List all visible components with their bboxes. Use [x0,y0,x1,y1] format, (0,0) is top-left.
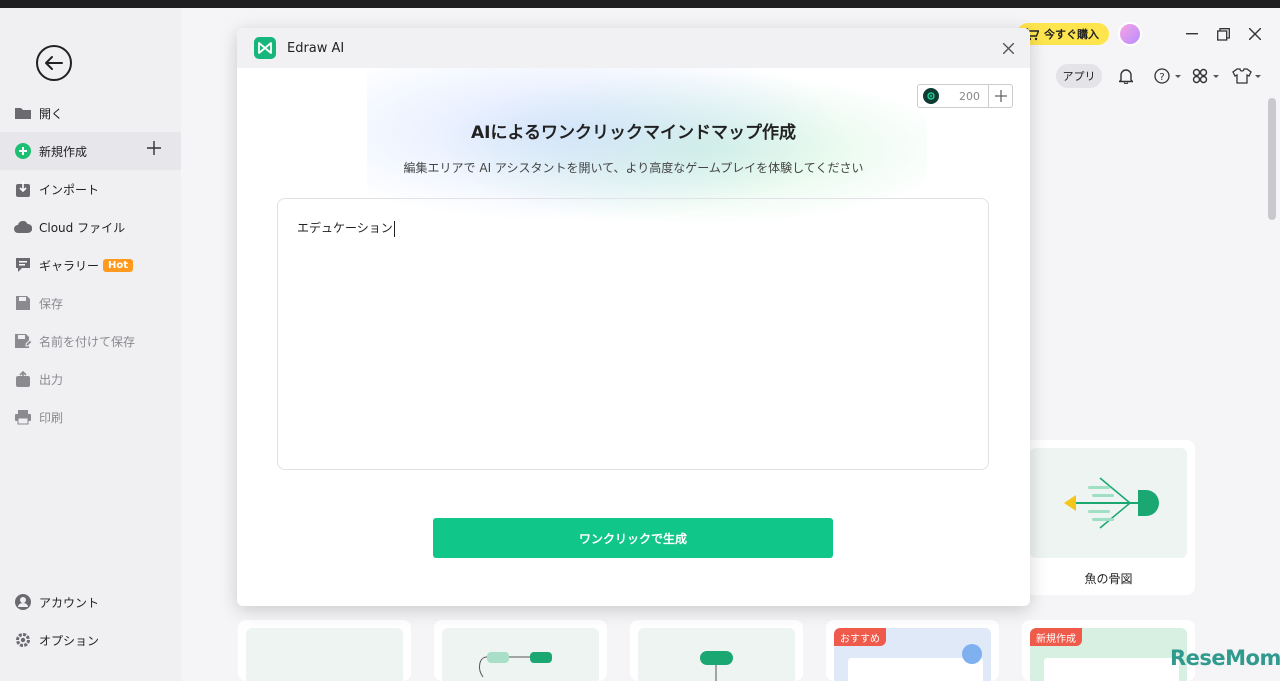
hot-badge: Hot [103,258,134,272]
edraw-ai-dialog: Edraw AI 200 AIによるワンクリックマインドマップ作成 編集エリアで… [237,28,1030,606]
sidebar: 開く 新規作成 インポート Cloud ファイル ギャラリー Hot 保存 名前… [0,8,181,681]
prompt-text: エデュケーション [297,221,393,235]
sidebar-item-print[interactable]: 印刷 [0,398,181,436]
settings-icon [14,631,32,649]
theme-button[interactable] [1230,66,1264,86]
back-button[interactable] [36,45,72,81]
sidebar-item-label: ギャラリー [39,258,100,273]
grid-menu-button[interactable] [1190,66,1222,86]
gallery-icon [14,256,32,274]
template-card[interactable] [630,620,803,681]
template-card-label: 魚の骨図 [1084,572,1133,586]
dialog-header: Edraw AI [237,28,1030,68]
dialog-close-button[interactable] [998,38,1018,58]
save-as-icon [14,332,32,350]
sidebar-item-label: 出力 [39,372,64,387]
window-top-strip [0,0,1280,8]
template-card[interactable] [434,620,607,681]
plus-icon[interactable] [147,141,161,158]
new-tag: 新規作成 [1030,628,1082,646]
close-window-button[interactable] [1245,24,1265,44]
preview-window [1044,658,1179,681]
template-card-fishbone[interactable]: 魚の骨図 [1022,440,1195,595]
sidebar-item-label: 印刷 [39,410,64,425]
restore-icon [1216,27,1230,41]
print-icon [14,408,32,426]
sidebar-menu: 開く 新規作成 インポート Cloud ファイル ギャラリー Hot 保存 名前… [0,94,181,436]
sidebar-item-open[interactable]: 開く [0,94,181,132]
minimize-button[interactable] [1182,24,1202,44]
help-button[interactable]: ? [1152,66,1184,86]
dialog-heading: AIによるワンクリックマインドマップ作成 [471,123,796,143]
text-caret [393,220,395,237]
sidebar-item-gallery[interactable]: ギャラリー Hot [0,246,181,284]
cloud-icon [14,218,32,236]
preview-window [848,658,983,681]
template-thumbnail [246,628,403,681]
shirt-icon [1232,68,1261,84]
template-thumbnail: 新規作成 [1030,628,1187,681]
template-card-recommended[interactable]: おすすめ [826,620,999,681]
template-thumbnail [442,628,599,681]
notification-button[interactable] [1115,66,1137,86]
sidebar-bottom-menu: アカウント オプション [0,583,181,659]
arrow-left-icon [45,56,63,70]
sidebar-item-label: 新規作成 [39,144,88,159]
bell-icon [1119,69,1133,84]
template-thumbnail [638,628,795,681]
prompt-input[interactable]: エデュケーション [277,198,989,470]
sidebar-item-label: アカウント [39,595,100,610]
close-icon [1249,28,1261,40]
ai-token-icon [923,88,939,104]
ai-bubble-icon [962,644,982,664]
sidebar-item-account[interactable]: アカウント [0,583,181,621]
add-circle-icon [14,142,32,160]
sidebar-item-options[interactable]: オプション [0,621,181,659]
restore-button[interactable] [1213,24,1233,44]
scrollbar[interactable] [1268,98,1276,220]
close-icon [1002,42,1014,54]
export-icon [14,370,32,388]
sidebar-item-save-as[interactable]: 名前を付けて保存 [0,322,181,360]
sidebar-item-cloud[interactable]: Cloud ファイル [0,208,181,246]
grid-icon [1192,68,1219,84]
template-card[interactable] [238,620,411,681]
sidebar-item-import[interactable]: インポート [0,170,181,208]
credits-count: 200 [959,89,980,103]
folder-icon [14,104,32,122]
watermark-logo: ReseMom [1170,646,1280,670]
sidebar-item-label: インポート [39,182,100,197]
generate-button[interactable]: ワンクリックで生成 [433,518,833,558]
avatar[interactable] [1118,22,1142,46]
apps-button[interactable]: アプリ [1056,64,1102,88]
save-icon [14,294,32,312]
add-credits-button[interactable] [988,85,1012,107]
sidebar-item-new[interactable]: 新規作成 [0,132,181,170]
recommended-tag: おすすめ [834,628,886,646]
fishbone-thumbnail [1030,448,1187,558]
sidebar-item-label: 保存 [39,296,64,311]
sidebar-item-export[interactable]: 出力 [0,360,181,398]
minimize-icon [1186,33,1198,35]
help-icon: ? [1154,68,1181,84]
svg-text:?: ? [1159,72,1164,83]
sidebar-item-label: オプション [39,633,100,648]
buy-now-label: 今すぐ購入 [1044,28,1099,41]
dialog-title: Edraw AI [287,40,345,56]
edraw-logo-icon [254,37,276,59]
account-icon [14,593,32,611]
ai-credits: 200 [917,84,1013,108]
buy-now-button[interactable]: 今すぐ購入 [1017,23,1109,45]
sidebar-item-save[interactable]: 保存 [0,284,181,322]
dialog-subheading: 編集エリアで AI アシスタントを開いて、より高度なゲームプレイを体験してくださ… [403,161,864,175]
plus-icon [994,90,1007,102]
template-thumbnail: おすすめ [834,628,991,681]
import-icon [14,180,32,198]
sidebar-item-label: 名前を付けて保存 [39,334,136,349]
sidebar-item-label: 開く [39,106,64,121]
sidebar-item-label: Cloud ファイル [39,220,126,235]
